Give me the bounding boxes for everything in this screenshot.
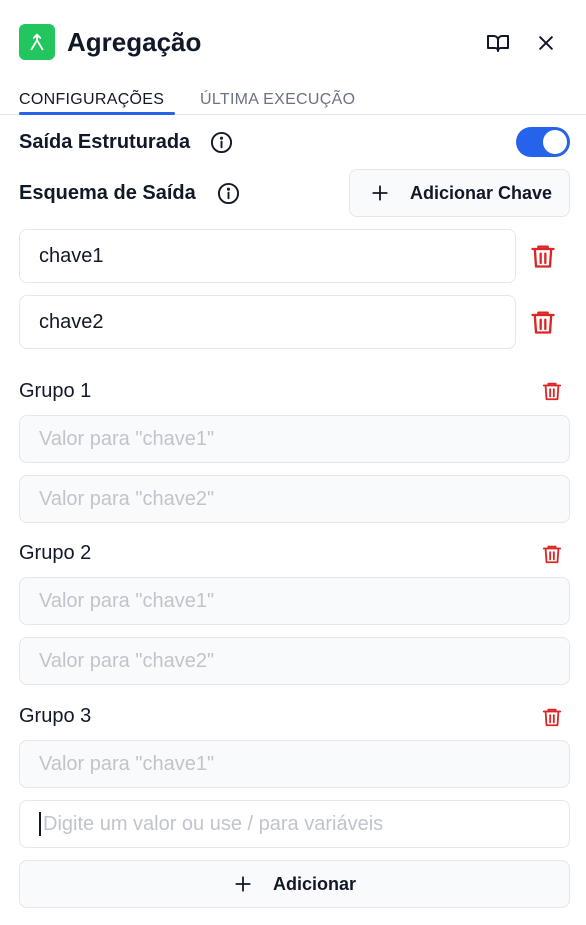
text-caret: [39, 812, 41, 836]
panel-header: Agregação: [19, 24, 570, 60]
trash-icon[interactable]: [540, 704, 564, 730]
trash-icon[interactable]: [540, 378, 564, 404]
trash-icon[interactable]: [528, 307, 558, 337]
schema-key-input[interactable]: chave2: [19, 295, 516, 349]
add-key-button[interactable]: Adicionar Chave: [349, 169, 570, 217]
trash-icon[interactable]: [528, 241, 558, 271]
tab-configuracoes[interactable]: CONFIGURAÇÕES: [19, 90, 164, 110]
tab-bar: CONFIGURAÇÕES ÚLTIMA EXECUÇÃO: [0, 84, 586, 115]
value-input[interactable]: Valor para "chave2": [19, 637, 570, 685]
info-icon[interactable]: [209, 130, 233, 154]
schema-key-input[interactable]: chave1: [19, 229, 516, 283]
documentation-book-icon[interactable]: [485, 30, 511, 56]
value-input[interactable]: Valor para "chave1": [19, 577, 570, 625]
value-input[interactable]: Valor para "chave1": [19, 740, 570, 788]
value-input-placeholder: Digite um valor ou use / para variáveis: [43, 812, 384, 835]
active-tab-indicator: [19, 112, 175, 115]
value-input-focused[interactable]: Digite um valor ou use / para variáveis: [19, 800, 570, 848]
value-input[interactable]: Valor para "chave1": [19, 415, 570, 463]
close-icon[interactable]: [533, 30, 559, 56]
structured-output-label: Saída Estruturada: [19, 131, 191, 153]
tab-ultima-execucao[interactable]: ÚLTIMA EXECUÇÃO: [200, 90, 355, 110]
panel-title: Agregação: [67, 27, 202, 57]
group-label: Grupo 3: [19, 705, 92, 727]
trash-icon[interactable]: [540, 541, 564, 567]
plus-icon: [233, 874, 253, 894]
toggle-knob: [543, 130, 567, 154]
add-key-label: Adicionar Chave: [410, 182, 553, 203]
output-schema-label: Esquema de Saída: [19, 182, 196, 204]
add-group-label: Adicionar: [272, 873, 356, 894]
info-icon[interactable]: [216, 181, 240, 205]
value-input[interactable]: Valor para "chave2": [19, 475, 570, 523]
merge-arrows-icon: [19, 24, 55, 60]
add-group-button[interactable]: Adicionar: [19, 860, 570, 908]
group-label: Grupo 2: [19, 542, 92, 564]
group-label: Grupo 1: [19, 380, 92, 402]
plus-icon: [370, 183, 390, 203]
structured-output-toggle[interactable]: [516, 127, 570, 157]
